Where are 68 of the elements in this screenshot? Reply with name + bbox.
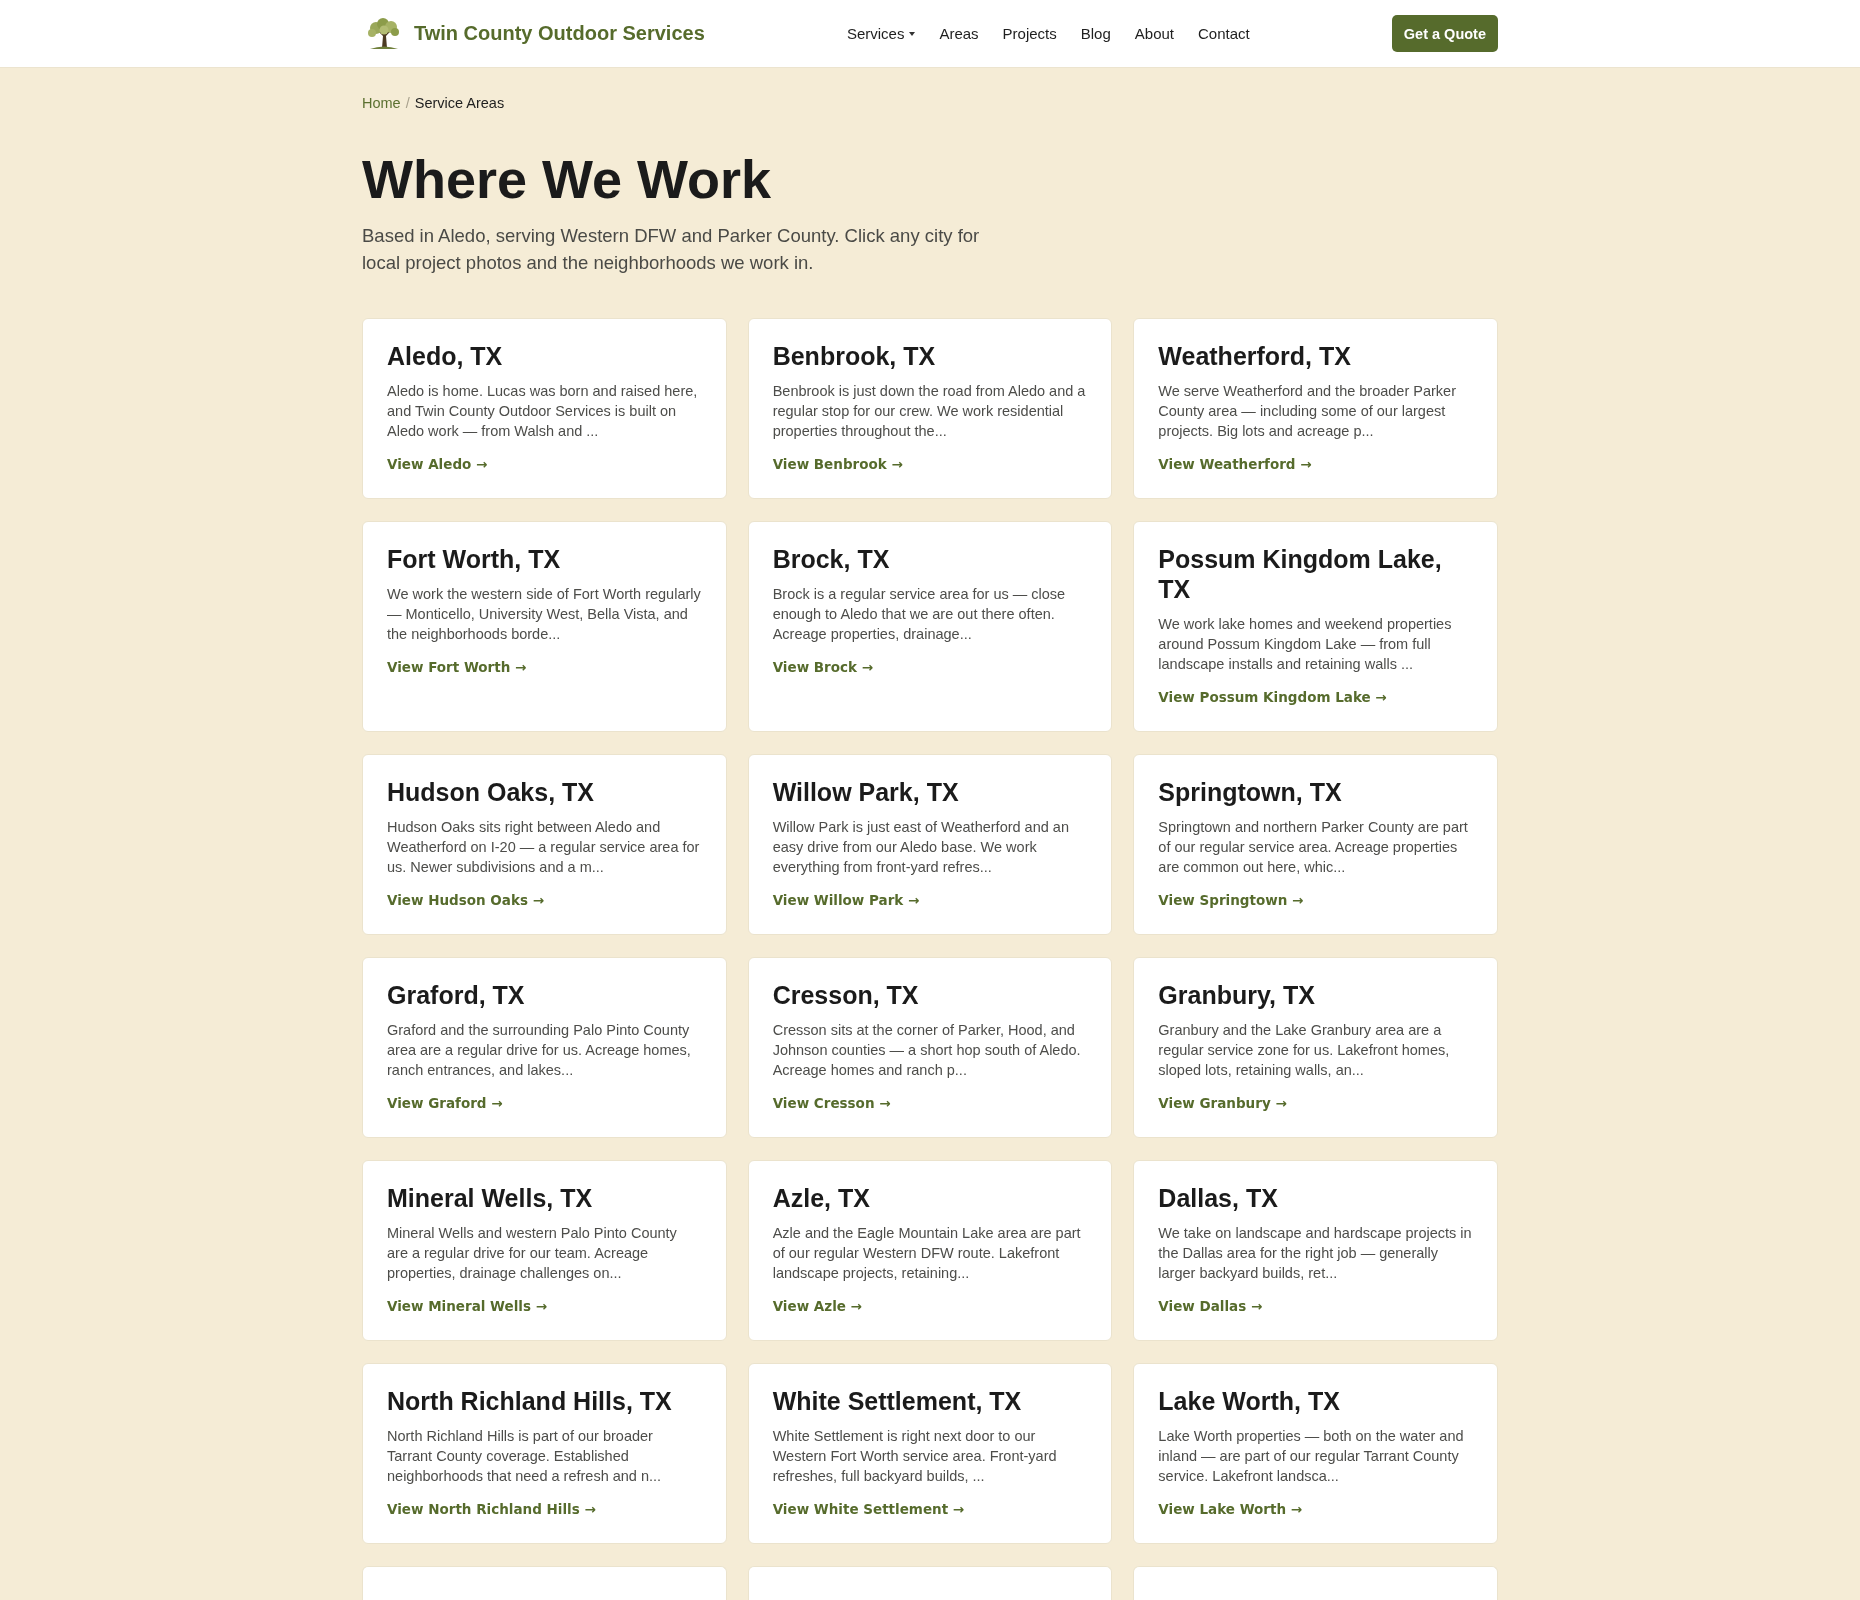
view-area-link[interactable]: View Mineral Wells → bbox=[387, 1296, 547, 1316]
view-area-link[interactable]: View Possum Kingdom Lake → bbox=[1158, 687, 1387, 707]
card-title: Dallas, TX bbox=[1158, 1183, 1278, 1213]
card-excerpt: Willow Park is just east of Weatherford and an easy drive from our Aledo base. We work everything from front-yard refres... bbox=[772, 818, 1070, 877]
card-title: Aledo, TX bbox=[387, 341, 503, 371]
card-title: White Settlement, TX bbox=[772, 1386, 1022, 1416]
card-title: Brock, TX bbox=[772, 544, 890, 574]
card-excerpt: Graford and the surrounding Palo Pinto County area are a regular drive for us. Acreage homes, ranch entrances, and lakes... bbox=[387, 1021, 692, 1080]
card-excerpt: White Settlement is right next door to our Western Fort Worth service area. Front-yard refreshes, full backyard builds, ... bbox=[772, 1427, 1058, 1486]
view-area-link[interactable]: View North Richland Hills → bbox=[387, 1499, 596, 1519]
card-excerpt: Benbrook is just down the road from Aledo and a regular stop for our crew. We work residential properties throughout the... bbox=[772, 382, 1087, 441]
breadcrumb-link[interactable]: Home bbox=[362, 94, 401, 112]
page-title: Where We Work bbox=[362, 150, 772, 209]
nav-link[interactable]: Blog bbox=[1080, 23, 1111, 44]
nav-link[interactable]: Projects bbox=[1002, 23, 1057, 44]
card-title: Granbury, TX bbox=[1158, 980, 1315, 1010]
view-area-link[interactable]: View Aledo → bbox=[387, 454, 488, 474]
card-title: Benbrook, TX bbox=[772, 341, 936, 371]
card-excerpt: North Richland Hills is part of our broader Tarrant County coverage. Established neighborhoods that need a refresh and n... bbox=[387, 1427, 663, 1486]
card-excerpt: Springtown and northern Parker County are part of our regular service area. Acreage properties are common out here, whic... bbox=[1158, 818, 1469, 877]
card-title: Lake Worth, TX bbox=[1158, 1386, 1340, 1416]
card-title: Graford, TX bbox=[387, 980, 525, 1010]
card-title: Possum Kingdom Lake, TX bbox=[1158, 544, 1443, 604]
card-excerpt: We serve Weatherford and the broader Parker County area — including some of our largest projects. Big lots and acreage p... bbox=[1158, 382, 1457, 441]
card-title: Hudson Oaks, TX bbox=[387, 777, 594, 807]
card-excerpt: We work lake homes and weekend properties around Possum Kingdom Lake — from full landscape installs and retaining walls ... bbox=[1158, 615, 1453, 674]
view-area-link[interactable]: View Benbrook → bbox=[772, 454, 903, 474]
view-area-link[interactable]: View Hudson Oaks → bbox=[387, 890, 544, 910]
card-title: Cresson, TX bbox=[772, 980, 919, 1010]
view-area-link[interactable]: View Cresson → bbox=[772, 1093, 891, 1113]
card-title: Weatherford, TX bbox=[1158, 341, 1351, 371]
caret-icon bbox=[909, 31, 916, 36]
view-area-link[interactable]: View Granbury → bbox=[1158, 1093, 1287, 1113]
card-title: Willow Park, TX bbox=[772, 777, 959, 807]
nav-link[interactable]: Areas bbox=[939, 23, 979, 44]
breadcrumb-current: Service Areas bbox=[414, 94, 505, 112]
card-excerpt: We work the western side of Fort Worth regularly — Monticello, University West, Bella Vista, and the neighborhoods borde... bbox=[387, 585, 702, 644]
card-excerpt: Azle and the Eagle Mountain Lake area are part of our regular Western DFW route. Lakefront landscape projects, retaining... bbox=[772, 1224, 1082, 1283]
card-title: North Richland Hills, TX bbox=[387, 1386, 672, 1416]
view-area-link[interactable]: View Azle → bbox=[772, 1296, 862, 1316]
view-area-link[interactable]: View Weatherford → bbox=[1158, 454, 1312, 474]
card-excerpt: Aledo is home. Lucas was born and raised here, and Twin County Outdoor Services is built on Aledo work — from Walsh and ... bbox=[387, 382, 699, 441]
get-quote-button[interactable]: Get a Quote bbox=[1391, 15, 1498, 52]
view-area-link[interactable]: View Dallas → bbox=[1158, 1296, 1263, 1316]
card-excerpt: Cresson sits at the corner of Parker, Hood, and Johnson counties — a short hop south of Aledo. Acreage homes and ranch p... bbox=[772, 1021, 1082, 1080]
view-area-link[interactable]: View Willow Park → bbox=[772, 890, 920, 910]
card-title: Springtown, TX bbox=[1158, 777, 1342, 807]
card-title: Fort Worth, TX bbox=[387, 544, 561, 574]
card-title: Mineral Wells, TX bbox=[387, 1183, 593, 1213]
view-area-link[interactable]: View Graford → bbox=[387, 1093, 503, 1113]
breadcrumb-separator: / bbox=[405, 94, 410, 112]
nav-link[interactable]: Contact bbox=[1198, 23, 1250, 44]
card-excerpt: We take on landscape and hardscape projects in the Dallas area for the right job — generally larger backyard builds, ret... bbox=[1158, 1224, 1473, 1283]
brand-name[interactable]: Twin County Outdoor Services bbox=[414, 22, 705, 45]
card-excerpt: Brock is a regular service area for us — close enough to Aledo that we are out there often. Acreage properties, drainage... bbox=[772, 585, 1067, 644]
view-area-link[interactable]: View Brock → bbox=[772, 657, 874, 677]
view-area-link[interactable]: View White Settlement → bbox=[772, 1499, 965, 1519]
view-area-link[interactable]: View Springtown → bbox=[1158, 890, 1304, 910]
card-title: Azle, TX bbox=[772, 1183, 870, 1213]
view-area-link[interactable]: View Fort Worth → bbox=[387, 657, 527, 677]
page-intro: Based in Aledo, serving Western DFW and Parker County. Click any city for local project photos and the neighborhoods we work in. bbox=[362, 224, 981, 275]
card-excerpt: Mineral Wells and western Palo Pinto County are a regular drive for our team. Acreage properties, drainage challenges on... bbox=[387, 1224, 678, 1283]
card-excerpt: Hudson Oaks sits right between Aledo and Weatherford on I-20 — a regular service area for us. Newer subdivisions and a m... bbox=[387, 818, 701, 877]
view-area-link[interactable]: View Lake Worth → bbox=[1158, 1499, 1303, 1519]
card-excerpt: Granbury and the Lake Granbury area are a regular service zone for us. Lakefront homes, sloped lots, retaining walls, an... bbox=[1158, 1021, 1451, 1080]
nav-link[interactable]: About bbox=[1134, 23, 1174, 44]
nav-link[interactable]: Services bbox=[846, 23, 916, 44]
card-excerpt: Lake Worth properties — both on the water and inland — are part of our regular Tarrant County service. Lakefront landsca... bbox=[1158, 1427, 1465, 1486]
